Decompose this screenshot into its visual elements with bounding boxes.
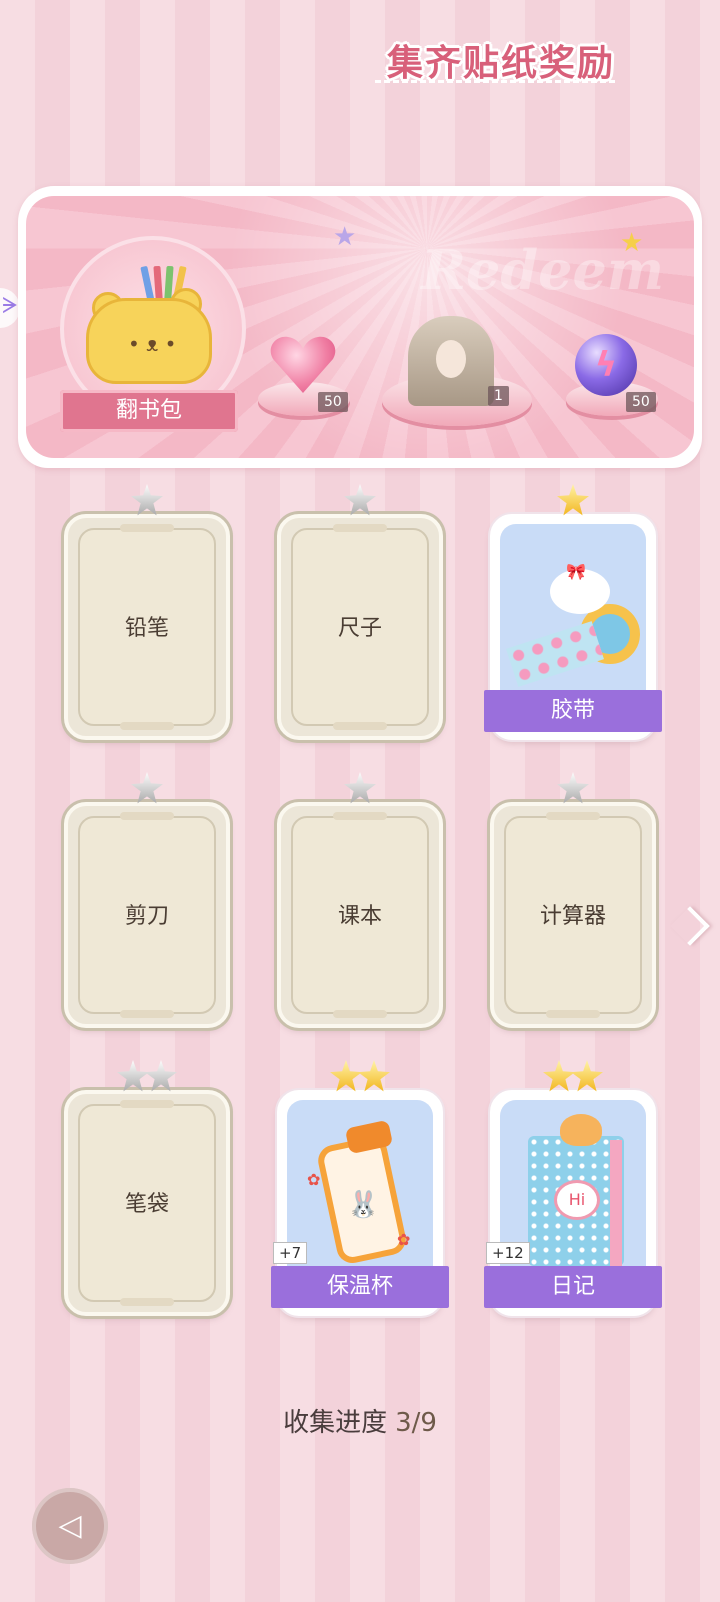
sticker-label: 铅笔 xyxy=(124,616,169,641)
sticker-label: 保温杯 xyxy=(271,1266,449,1308)
star-rating xyxy=(490,1060,656,1094)
sticker-label: 课本 xyxy=(337,904,382,929)
star-rating xyxy=(64,484,230,518)
sticker-card-calculator[interactable]: 计算器 xyxy=(490,772,656,1028)
side-menu-peek[interactable]: ᗒ xyxy=(0,288,20,328)
gold-star-icon xyxy=(557,484,589,516)
bear-face-icon: • ᴥ • xyxy=(128,332,177,356)
purple-star-icon: ★ xyxy=(333,222,357,252)
sticker-label: 计算器 xyxy=(539,904,606,929)
silver-star-icon xyxy=(344,772,376,804)
silver-star-icon xyxy=(557,772,589,804)
sticker-label: 日记 xyxy=(484,1266,662,1308)
reward-count: 50 xyxy=(626,392,656,412)
star-rating xyxy=(64,772,230,806)
silver-star-icon xyxy=(131,484,163,516)
collection-progress: 收集进度 3/9 xyxy=(0,1402,720,1439)
title-divider xyxy=(375,80,615,83)
next-page-arrow-icon[interactable] xyxy=(670,906,710,946)
sticker-label: 笔袋 xyxy=(124,1192,169,1217)
back-button[interactable]: ◁ xyxy=(32,1488,108,1564)
back-arrow-icon: ◁ xyxy=(58,1508,82,1543)
sticker-card-pencil[interactable]: 铅笔 xyxy=(64,484,230,740)
gold-star-icon xyxy=(543,1060,575,1092)
sticker-label: 尺子 xyxy=(337,616,382,641)
portrait-face xyxy=(436,340,466,378)
yellow-star-icon: ★ xyxy=(620,228,644,258)
gold-star-icon xyxy=(358,1060,390,1092)
sticker-card-ruler[interactable]: 尺子 xyxy=(277,484,443,740)
progress-label: 收集进度 xyxy=(283,1408,388,1438)
star-rating xyxy=(277,484,443,518)
star-rating xyxy=(277,772,443,806)
gold-star-icon xyxy=(330,1060,362,1092)
silver-star-icon xyxy=(344,484,376,516)
thermos-bunny-icon: 🐰 ✿ ✿ xyxy=(287,1100,433,1280)
sticker-label: 剪刀 xyxy=(124,904,169,929)
sticker-card-textbook[interactable]: 课本 xyxy=(277,772,443,1028)
bonus-badge: +7 xyxy=(273,1242,308,1264)
star-rating xyxy=(64,1060,230,1094)
star-rating xyxy=(490,484,656,518)
reward-count: 50 xyxy=(318,392,348,412)
sticker-label: 胶带 xyxy=(484,690,662,732)
reward-count: 1 xyxy=(488,386,509,406)
silver-star-icon xyxy=(117,1060,149,1092)
star-rating xyxy=(490,772,656,806)
sticker-card-thermos[interactable]: 🐰 ✿ ✿ +7 保温杯 xyxy=(271,1060,449,1316)
flip-bag-button[interactable]: 翻书包 xyxy=(60,390,238,432)
silver-star-icon xyxy=(131,772,163,804)
sticker-card-scissors[interactable]: 剪刀 xyxy=(64,772,230,1028)
progress-value: 3/9 xyxy=(395,1408,437,1438)
energy-orb-icon[interactable]: ϟ xyxy=(575,334,637,396)
silver-star-icon xyxy=(145,1060,177,1092)
star-rating xyxy=(277,1060,443,1094)
gold-star-icon xyxy=(571,1060,603,1092)
sticker-card-pencil-case[interactable]: 笔袋 xyxy=(64,1060,230,1316)
sticker-card-diary[interactable]: Hi +12 日记 xyxy=(484,1060,662,1316)
ribbon-icon: ᗒ xyxy=(2,294,18,319)
bonus-badge: +12 xyxy=(486,1242,530,1264)
sticker-card-tape[interactable]: 🎀 胶带 xyxy=(484,484,662,740)
tape-hamster-icon: 🎀 xyxy=(500,524,646,704)
